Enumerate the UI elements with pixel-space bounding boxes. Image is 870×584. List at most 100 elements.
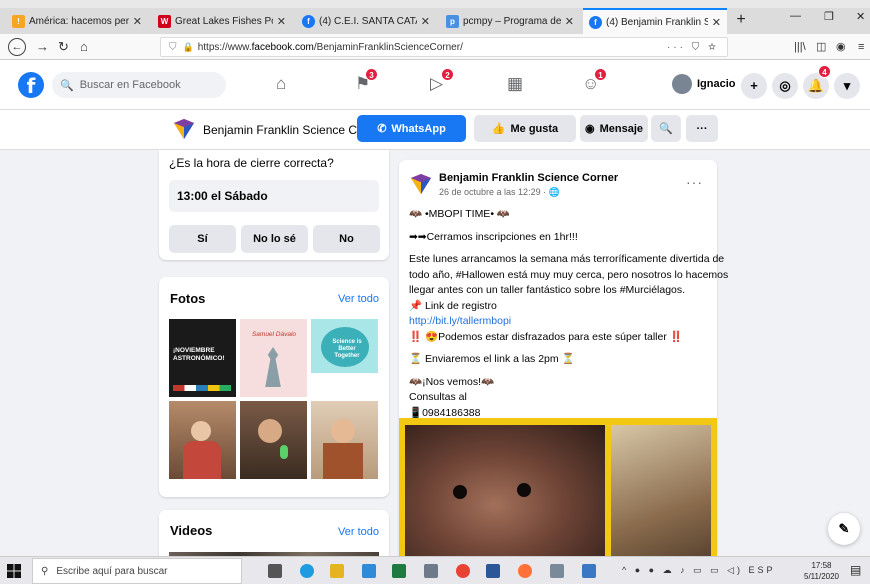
new-tab-button[interactable]: +: [731, 8, 751, 32]
clock-date: 5/11/2020: [804, 572, 839, 581]
system-tray[interactable]: ^ ● ● ☁ ♪ ▭ ▭ ◁) ESP: [622, 565, 776, 576]
like-label: Me gusta: [510, 122, 559, 135]
tab-close-icon[interactable]: ✕: [421, 15, 430, 28]
menu-icon[interactable]: ≡: [858, 38, 864, 56]
tab-title: pcmpy – Programa de Conserv: [463, 15, 561, 27]
lock-icon: 🔒: [182, 41, 194, 52]
vote-yes-button[interactable]: Sí: [169, 225, 236, 253]
browser-tab[interactable]: ! América: hacemos periodismo ✕: [6, 8, 148, 34]
url-bar[interactable]: ⛉ 🔒 https://www.facebook.com/BenjaminFra…: [160, 37, 728, 57]
tab-close-icon[interactable]: ✕: [277, 15, 286, 28]
post-timestamp[interactable]: 26 de octubre a las 12:29 · 🌐: [439, 187, 560, 198]
edge-icon[interactable]: [300, 564, 314, 578]
page-more-button[interactable]: ···: [686, 115, 718, 142]
taskbar-clock[interactable]: 17:58 5/11/2020: [804, 560, 839, 582]
thumbs-up-icon: 👍: [491, 123, 506, 135]
vote-dont-know-button[interactable]: No lo sé: [241, 225, 308, 253]
post-image[interactable]: [399, 418, 717, 570]
post-line: ‼️ 😍Podemos estar disfrazados para este …: [409, 330, 683, 343]
page-search-button[interactable]: 🔍: [651, 115, 681, 142]
sponsor-logos: [173, 385, 231, 391]
photo-thumbnail[interactable]: [169, 401, 236, 479]
pages-badge: 3: [365, 68, 378, 81]
browser-tab[interactable]: W Great Lakes Fishes Poster 2014 ✕: [152, 8, 292, 34]
photos-see-all-link[interactable]: Ver todo: [338, 293, 379, 305]
post-line: Consultas al: [409, 391, 467, 403]
action-center-icon[interactable]: ▤: [850, 563, 861, 577]
word-icon[interactable]: [486, 564, 500, 578]
tab-favicon-icon: f: [589, 15, 602, 29]
account-menu-chevron-icon[interactable]: ▾: [834, 73, 860, 99]
app-icon[interactable]: [550, 564, 564, 578]
home-nav-icon[interactable]: ⌂: [276, 74, 286, 94]
browser-tab[interactable]: f (4) C.E.I. SANTA CATALINA DE ✕: [296, 8, 436, 34]
home-icon[interactable]: ⌂: [80, 38, 88, 56]
post-line: ➡➡Cerramos inscripciones en 1hr!!!: [409, 230, 578, 243]
videos-title: Videos: [170, 523, 213, 538]
photo-caption: Samuel Dávalo: [251, 331, 297, 338]
photo-shape: [280, 445, 288, 459]
bat-eye: [517, 483, 531, 497]
whatsapp-label: WhatsApp: [391, 122, 446, 135]
maximize-icon[interactable]: ❐: [824, 10, 834, 23]
clock-time: 17:58: [811, 561, 832, 570]
app-icon[interactable]: [424, 564, 438, 578]
taskbar-search-input[interactable]: ⚲ Escribe aquí para buscar: [32, 558, 242, 584]
page-scrollbar[interactable]: [862, 150, 870, 556]
file-explorer-icon[interactable]: [330, 564, 344, 578]
new-message-chat-icon[interactable]: ✎: [828, 513, 860, 545]
profile-name: Ignacio: [697, 78, 736, 90]
firefox-icon[interactable]: [518, 564, 532, 578]
account-icon[interactable]: ◉: [836, 38, 846, 56]
post-line: todo año, #Hallowen está muy muy cerca, …: [409, 268, 729, 281]
photo-thumbnail[interactable]: [240, 401, 307, 479]
sidebar-icon[interactable]: ◫: [816, 38, 826, 56]
photo-thumbnail[interactable]: ¡NOVIEMBRE ASTRONÓMICO!: [169, 319, 236, 397]
chrome-icon[interactable]: [456, 564, 470, 578]
post-line-gap: [409, 345, 709, 352]
browser-tab-active[interactable]: f (4) Benjamin Franklin Science C ✕: [583, 8, 727, 34]
page-actions-icon[interactable]: ··· ⛉ ☆: [667, 42, 719, 53]
minimize-icon[interactable]: —: [790, 10, 801, 22]
post-line-gap: [409, 245, 709, 252]
marketplace-nav-icon[interactable]: ▦: [507, 74, 523, 94]
watch-badge: 2: [441, 68, 454, 81]
reload-icon[interactable]: ↻: [58, 38, 69, 56]
create-plus-icon[interactable]: +: [741, 73, 767, 99]
tab-close-icon[interactable]: ✕: [133, 15, 142, 28]
messenger-icon[interactable]: ◎: [772, 73, 798, 99]
photo-thumbnail[interactable]: Science is Better Together: [311, 319, 378, 397]
url-prefix: https://www.: [197, 41, 252, 53]
tab-close-icon[interactable]: ✕: [565, 15, 574, 28]
post-options-icon[interactable]: ···: [686, 174, 703, 190]
photo-shape: [183, 441, 221, 479]
profile-chip[interactable]: Ignacio: [672, 74, 736, 94]
facebook-logo-icon[interactable]: f: [18, 72, 44, 98]
photo-thumbnail[interactable]: Samuel Dávalo: [240, 319, 307, 397]
store-icon[interactable]: [362, 564, 376, 578]
facebook-search-input[interactable]: 🔍 Buscar en Facebook: [52, 72, 226, 98]
task-view-icon[interactable]: [268, 564, 282, 578]
message-button[interactable]: ◉ Mensaje: [580, 115, 648, 142]
tab-close-icon[interactable]: ✕: [712, 16, 721, 29]
vote-no-button[interactable]: No: [313, 225, 380, 253]
language-indicator[interactable]: ESP: [749, 565, 776, 575]
photo-thumbnail[interactable]: [311, 401, 378, 479]
whatsapp-button[interactable]: ✆ WhatsApp: [357, 115, 466, 142]
post-author-avatar-icon[interactable]: [409, 172, 433, 196]
bat-photo: [405, 425, 605, 570]
like-page-button[interactable]: 👍 Me gusta: [474, 115, 576, 142]
excel-icon[interactable]: [392, 564, 406, 578]
tab-favicon-icon: p: [446, 14, 459, 28]
windows-start-icon[interactable]: [6, 563, 22, 579]
registration-link[interactable]: http://bit.ly/tallermbopi: [409, 314, 709, 330]
videos-see-all-link[interactable]: Ver todo: [338, 526, 379, 538]
browser-tab[interactable]: p pcmpy – Programa de Conserv ✕: [440, 8, 580, 34]
post-author[interactable]: Benjamin Franklin Science Corner: [439, 172, 618, 184]
app-icon[interactable]: [582, 564, 596, 578]
back-icon[interactable]: ←: [8, 38, 26, 56]
library-icon[interactable]: |||\: [794, 38, 806, 56]
forward-icon[interactable]: →: [36, 38, 49, 56]
post-line-gap: [409, 223, 709, 230]
window-close-icon[interactable]: ✕: [856, 10, 865, 23]
